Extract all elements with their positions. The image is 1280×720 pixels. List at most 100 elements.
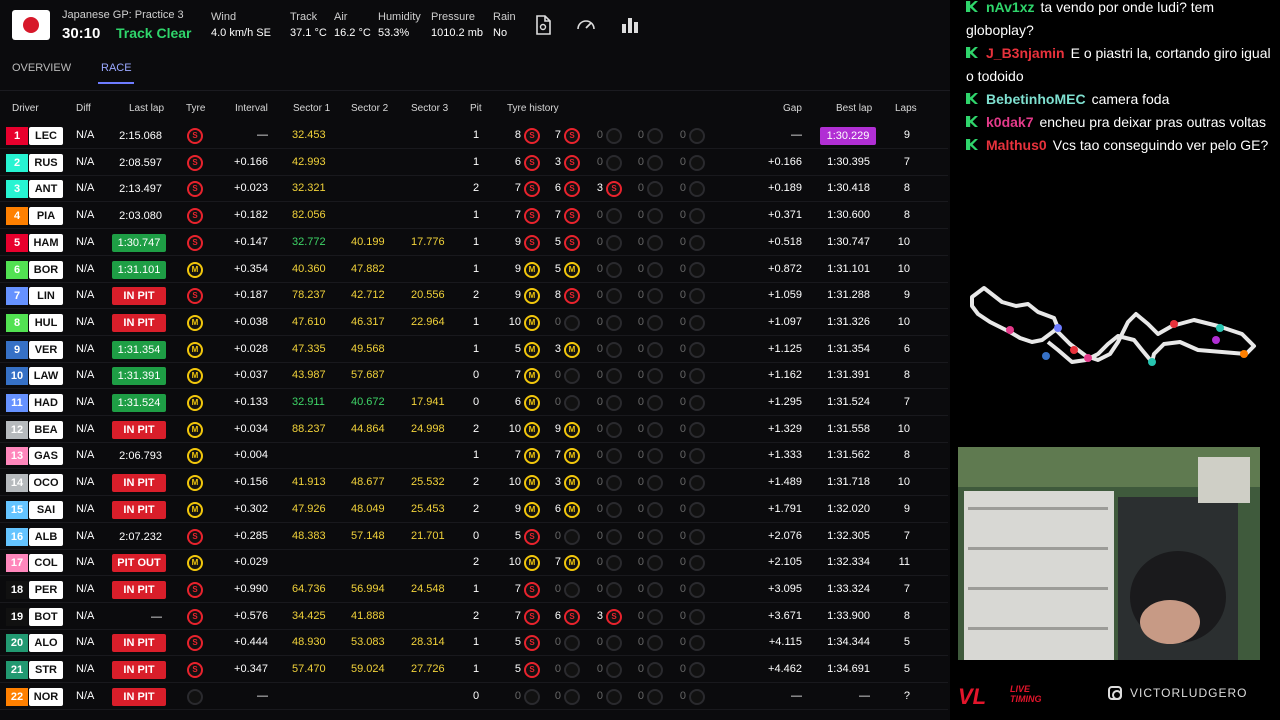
- laps: 9: [903, 502, 910, 515]
- last-lap: IN PIT: [112, 287, 166, 306]
- suzuka-track-outline: [970, 286, 1256, 366]
- gauge-icon[interactable]: [575, 14, 597, 36]
- sector-3: 17.776: [411, 235, 445, 248]
- session-header: Japanese GP: Practice 3 30:10 Track Clea…: [0, 0, 950, 52]
- col-diff: Diff: [76, 103, 91, 114]
- table-row[interactable]: 8 HUL N/A IN PIT M +0.038 47.610 46.317 22.964 1 1…: [0, 310, 948, 336]
- gap: +0.872: [768, 262, 802, 275]
- chat-username[interactable]: BebetinhoMEC: [986, 91, 1086, 107]
- stint-laps: 0: [679, 422, 686, 435]
- stint-tyre-icon: [647, 288, 663, 305]
- table-row[interactable]: 14 OCO N/A IN PIT M +0.156 41.913 48.677 25.532 2…: [0, 470, 948, 497]
- stint-laps: 0: [637, 476, 644, 489]
- car-marker: [1070, 346, 1078, 354]
- laps: 10: [897, 315, 910, 328]
- chat-message: Malthus0 Vcs tao conseguindo ver pelo GE?: [966, 134, 1280, 157]
- stint-laps: 0: [596, 369, 603, 382]
- table-row[interactable]: 18 PER N/A IN PIT S +0.990 64.736 56.994 24.548 1…: [0, 577, 948, 603]
- stint-laps: 0: [637, 636, 644, 649]
- stint-tyre-icon: S: [564, 234, 580, 251]
- table-row[interactable]: 15 SAI N/A IN PIT M +0.302 47.926 48.049 25.453 2…: [0, 497, 948, 523]
- table-row[interactable]: 12 BEA N/A IN PIT M +0.034 88.237 44.864 24.998 2…: [0, 417, 948, 443]
- col-interval: Interval: [235, 103, 268, 114]
- diff: N/A: [76, 315, 95, 328]
- table-row[interactable]: 3 ANT N/A 2:13.497 S +0.023 32.321 2 7 S 6 S 3 S 0 0 +0.…: [0, 176, 948, 203]
- table-row[interactable]: 22 NOR N/A IN PIT — 0 0 0 0 0 0 — —?: [0, 684, 948, 710]
- chat-username[interactable]: nAv1xz: [986, 0, 1035, 15]
- table-row[interactable]: 11 HAD N/A 1:31.524 M +0.133 32.911 40.672 17.94…: [0, 390, 948, 416]
- sector-1: 32.453: [292, 129, 326, 141]
- best-lap: 1:30.395: [827, 155, 870, 168]
- col-tyre-history: Tyre history: [507, 103, 559, 114]
- stint-laps: 0: [679, 502, 686, 515]
- stint-tyre-icon: M: [564, 475, 580, 492]
- table-row[interactable]: 19 BOT N/A — S +0.576 34.425 41.888 2 7 S 6 S 3 S 0 0 +3.…: [0, 604, 948, 630]
- interval: +0.444: [234, 636, 268, 649]
- driver-code: BEA: [29, 420, 63, 439]
- col-driver: Driver: [12, 103, 39, 114]
- table-row[interactable]: 7 LIN N/A IN PIT S +0.187 78.237 42.712 20.556 2 9…: [0, 283, 948, 310]
- sector-2: 48.049: [351, 502, 385, 515]
- gap: +0.371: [768, 209, 802, 222]
- divider: [0, 90, 950, 91]
- stint-laps: 0: [637, 235, 644, 248]
- table-row[interactable]: 1 LEC N/A 2:15.068 S —32.453 1 8 S 7 S 0 0 0—1:30.229…: [0, 123, 948, 149]
- table-row[interactable]: 17 COL N/A PIT OUT M +0.029 2 10 M 7 M 0 0 0 +2.105 1:3…: [0, 550, 948, 577]
- stint-laps: 0: [637, 209, 644, 222]
- stint-laps: 0: [637, 182, 644, 195]
- stint-laps: 0: [596, 636, 603, 649]
- pit-count: 1: [473, 262, 480, 275]
- position: 12: [6, 420, 28, 439]
- diff: N/A: [76, 476, 95, 489]
- pit-count: 0: [473, 369, 480, 382]
- table-row[interactable]: 13 GAS N/A 2:06.793 M +0.004 1 7 M 7 M 0 0 0 +1.333 1:3…: [0, 443, 948, 470]
- stint-tyre-icon: S: [524, 128, 540, 144]
- stint-tyre-icon: S: [524, 181, 540, 198]
- table-row[interactable]: 10 LAW N/A 1:31.391 M +0.037 43.987 57.687 0 7 M 0 0…: [0, 363, 948, 390]
- stint-tyre-icon: M: [524, 395, 540, 411]
- document-icon[interactable]: [532, 14, 554, 36]
- stint-tyre-icon: [606, 421, 622, 438]
- table-row[interactable]: 21 STR N/A IN PIT S +0.347 57.470 59.024 27.726 1…: [0, 657, 948, 683]
- table-row[interactable]: 16 ALB N/A 2:07.232 S +0.285 48.383 57.148 21.70…: [0, 524, 948, 550]
- stint-laps: 0: [679, 609, 686, 622]
- table-row[interactable]: 9 VER N/A 1:31.354 M +0.028 47.335 49.568 1 5 M 3 M 0…: [0, 337, 948, 363]
- table-row[interactable]: 2 RUS N/A 2:08.597 S +0.166 42.993 1 6 S 3 S 0 0 0 +0.1…: [0, 150, 948, 176]
- sector-1: 47.610: [292, 315, 326, 328]
- stint-tyre-icon: [689, 448, 705, 465]
- sector-3: 24.998: [411, 422, 445, 435]
- chat-username[interactable]: J_B3njamin: [986, 45, 1065, 61]
- sector-2: 40.672: [351, 396, 385, 408]
- sector-3: 22.964: [411, 315, 445, 328]
- chat-username[interactable]: Malthus0: [986, 137, 1047, 153]
- track-status: Track Clear: [116, 25, 192, 41]
- stint-laps: 0: [596, 155, 603, 168]
- pit-count: 1: [473, 342, 480, 355]
- stint-tyre-icon: [606, 528, 622, 545]
- sector-1: 57.470: [292, 663, 326, 675]
- stint-tyre-icon: [647, 181, 663, 198]
- driver-code: COL: [29, 554, 63, 573]
- best-lap: —: [859, 689, 870, 702]
- position: 11: [6, 394, 28, 412]
- chat-panel: nAv1xz ta vendo por onde ludi? tem globop…: [958, 0, 1280, 212]
- stint-laps: 3: [554, 155, 561, 168]
- interval: +0.133: [234, 396, 268, 408]
- stint-tyre-icon: S: [606, 181, 622, 198]
- webcam-feed: [958, 447, 1260, 660]
- chat-username[interactable]: k0dak7: [986, 114, 1033, 130]
- table-row[interactable]: 6 BOR N/A 1:31.101 M +0.354 40.360 47.882 1 9 M 5 M 0…: [0, 257, 948, 283]
- bar-chart-icon[interactable]: [619, 14, 641, 36]
- table-row[interactable]: 20 ALO N/A IN PIT S +0.444 48.930 53.083 28.314 1…: [0, 630, 948, 657]
- best-lap: 1:34.344: [827, 636, 870, 649]
- stint-tyre-icon: [606, 288, 622, 305]
- driver-code: ANT: [29, 180, 63, 199]
- stint-laps: 7: [514, 609, 521, 622]
- stint-laps: 8: [514, 129, 521, 141]
- stint-laps: 0: [637, 529, 644, 542]
- pit-count: 1: [473, 449, 480, 462]
- table-row[interactable]: 4 PIA N/A 2:03.080 S +0.182 82.056 1 7 S 7 S 0 0 0 +0.3…: [0, 203, 948, 230]
- tab-race[interactable]: RACE: [101, 62, 132, 74]
- table-row[interactable]: 5 HAM N/A 1:30.747 S +0.147 32.772 40.199 17.776…: [0, 230, 948, 256]
- tab-overview[interactable]: OVERVIEW: [12, 62, 71, 74]
